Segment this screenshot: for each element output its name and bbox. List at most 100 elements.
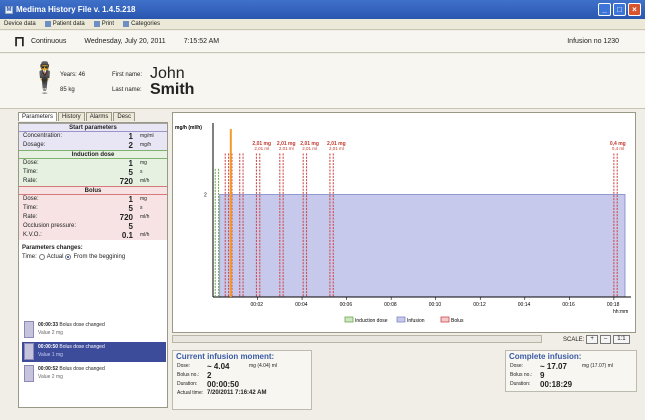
time-label: 7:15:52 AM (183, 38, 220, 45)
param-row: Rate: 720 ml/h (23, 177, 150, 186)
infusion-area (219, 194, 626, 298)
current-dose: ~ 4.04 (207, 362, 230, 371)
tab-alarms[interactable]: Alarms (85, 112, 113, 121)
complete-duration: 00:18:29 (540, 380, 573, 389)
param-row: Time: 5 s (23, 204, 143, 213)
x-tick-label: 00:12 (473, 302, 486, 308)
last-name-label: Last name: (112, 87, 142, 93)
x-tick-label: 00:18 (607, 302, 620, 308)
menu-categories[interactable]: Categories (123, 21, 160, 27)
start-parameters-section: Start parameters Concentration: 1 mg/ml Do… (19, 123, 167, 150)
tab-parameters[interactable]: Parameters (18, 112, 58, 121)
bolus-volume-label: 2,01 ml (302, 146, 317, 151)
patient-icon (44, 21, 51, 27)
maximize-button[interactable]: □ (613, 3, 626, 16)
bolus-volume-label: 2,01 ml (254, 146, 269, 151)
legend-label: Infusion (407, 318, 425, 324)
patient-years: Years: 46 (60, 72, 86, 78)
current-actual-time: 7/20/2011 7:16:42 AM (207, 390, 267, 396)
changes-list: 00:00:33 Bolus dose changed Value 2 mg 0… (22, 320, 166, 386)
param-row: Dosage: 2 mg/h (23, 141, 152, 150)
tab-desc[interactable]: Desc (113, 112, 136, 121)
print-icon (93, 21, 100, 27)
x-tick-label: 00:06 (340, 302, 353, 308)
patient-header: 🕴 Years: 46 85 kg First name: Last name:… (0, 54, 645, 109)
param-row: Occlusion pressure: 5 (23, 222, 133, 231)
dose-swatch (24, 343, 34, 360)
title-bar: M Medima History File v. 1.4.5.218 _ □ × (0, 0, 645, 19)
bolus-section: Bolus Dose: 1 mg Time: 5 s Rate: 720 ml/h Occl… (19, 186, 167, 240)
param-row: Rate: 720 ml/h (23, 213, 150, 222)
last-name: Smith (150, 81, 195, 98)
menu-device-data[interactable]: Device data (4, 21, 36, 27)
zoom-reset-button[interactable]: 1:1 (613, 335, 630, 344)
legend-label: Bolus (451, 318, 464, 324)
induction-dose-title: Induction dose (19, 150, 167, 159)
infusion-chart: mg/h (ml/h) 2 00:02 00:04 00:06 00:08 00:10 00:… (172, 112, 636, 333)
induction-dose-section: Induction dose Dose: 1 mg Time: 5 s Rate: 720… (19, 150, 167, 186)
close-button[interactable]: × (628, 3, 641, 16)
continuous-mode-icon: ⊓ (14, 33, 25, 49)
radio-from-beginning[interactable] (65, 254, 72, 260)
param-row: Dose: 1 mg (23, 195, 147, 204)
start-parameters-title: Start parameters (19, 123, 167, 132)
list-item[interactable]: 00:00:50 Bolus dose changed Value 1 mg (22, 342, 166, 362)
scale-label: SCALE: (563, 336, 585, 343)
person-icon: 🕴 (26, 62, 64, 95)
dose-swatch (24, 365, 34, 382)
chart-svg: mg/h (ml/h) 2 00:02 00:04 00:06 00:08 00:10 00:… (175, 123, 631, 324)
radio-actual-label[interactable]: Actual (47, 254, 64, 260)
bolus-volume-label: 0,4 ml (612, 146, 624, 151)
x-tick-label: 00:02 (251, 302, 264, 308)
zoom-out-button[interactable]: – (599, 335, 612, 344)
categories-icon (123, 21, 130, 27)
y-axis-label: mg/h (ml/h) (175, 125, 202, 131)
complete-bolus-no: 9 (540, 371, 545, 380)
x-tick-label: 00:10 (429, 302, 442, 308)
legend-swatch (344, 316, 354, 323)
param-row: Concentration: 1 mg/ml (23, 132, 154, 141)
complete-dose: ~ 17.07 (540, 362, 567, 371)
x-tick-label: 00:16 (562, 302, 575, 308)
status-bar: ⊓ Continuous Wednesday, July 20, 2011 7:… (0, 31, 645, 53)
zoom-in-button[interactable]: + (586, 335, 598, 344)
param-row: K.V.O.: 0.1 ml/h (23, 231, 150, 240)
legend-label: Induction dose (355, 318, 388, 324)
legend-swatch (396, 316, 406, 323)
menu-print[interactable]: Print (93, 21, 114, 27)
app-icon: M (5, 5, 13, 14)
parameters-changes-title: Parameters changes: (22, 245, 83, 251)
current-duration: 00:00:50 (207, 380, 240, 389)
tab-history[interactable]: History (58, 112, 85, 121)
bolus-title: Bolus (19, 186, 167, 195)
minimize-button[interactable]: _ (598, 3, 611, 16)
bolus-volume-label: 2,01 ml (279, 146, 294, 151)
infusion-number: Infusion no 1230 (567, 38, 619, 45)
complete-infusion-box: Complete infusion: Dose: ~ 17.07 mg (17.07… (505, 350, 637, 392)
chart-scrollbar[interactable] (172, 335, 542, 343)
radio-actual[interactable] (38, 254, 45, 260)
dose-swatch (24, 321, 34, 338)
window-title: Medima History File v. 1.4.5.218 (16, 5, 136, 14)
date-label: Wednesday, July 20, 2011 (84, 38, 166, 45)
legend-swatch (440, 316, 450, 323)
x-tick-label: 00:04 (295, 302, 308, 308)
list-item[interactable]: 00:00:33 Bolus dose changed Value 2 mg (22, 320, 166, 340)
radio-from-beginning-label[interactable]: From the beggining (73, 254, 125, 260)
y-tick-label: 2 (204, 193, 207, 199)
current-infusion-title: Current infusion moment: (176, 352, 275, 361)
current-bolus-no: 2 (207, 371, 212, 380)
scale-controls: SCALE: + – 1:1 (563, 335, 630, 344)
parameters-panel: Start parameters Concentration: 1 mg/ml Do… (18, 122, 168, 408)
time-label: Time: (22, 254, 37, 260)
complete-infusion-title: Complete infusion: (509, 352, 582, 361)
list-item[interactable]: 00:00:52 Bolus dose changed Value 2 mg (22, 364, 166, 384)
tab-strip: Parameters History Alarms Desc (18, 112, 136, 121)
patient-weight: 85 kg (60, 87, 75, 93)
first-name-label: First name: (112, 72, 143, 78)
x-tick-label: 00:14 (518, 302, 531, 308)
menu-bar: Device data Patient data Print Categorie… (0, 19, 645, 30)
menu-patient-data[interactable]: Patient data (44, 21, 85, 27)
param-row: Dose: 1 mg (23, 159, 147, 168)
bolus-volume-label: 2,01 ml (329, 146, 344, 151)
